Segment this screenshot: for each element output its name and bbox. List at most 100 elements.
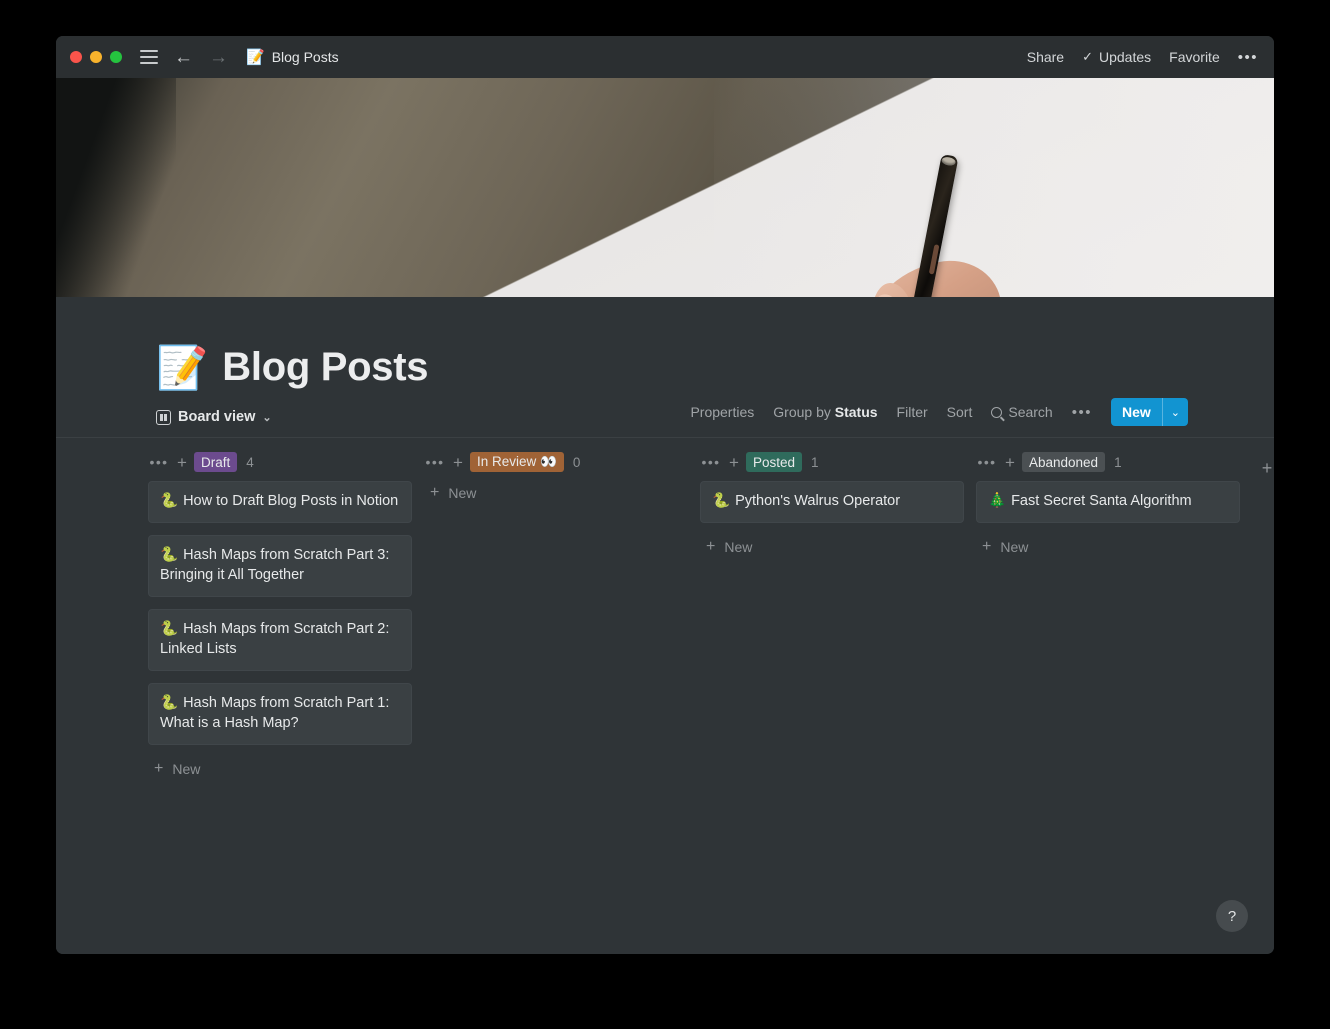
column-add-card-icon[interactable]: + (722, 454, 746, 471)
board-view-icon (156, 409, 171, 425)
card-emoji-icon: 🎄 (988, 493, 1007, 509)
column-add-card-icon[interactable]: + (446, 454, 470, 471)
column-header: ••• + Posted 1 (694, 447, 970, 477)
card[interactable]: 🐍 Hash Maps from Scratch Part 3: Bringing… (148, 534, 412, 597)
breadcrumb[interactable]: 📝 Blog Posts (246, 48, 339, 66)
card-title: Hash Maps from Scratch Part 3: Bringing … (160, 546, 390, 584)
board: ••• + Draft 4 🐍 How to Draft Blog Posts i… (56, 447, 1274, 777)
add-column-header: + (1246, 453, 1274, 483)
new-card-button[interactable]: + New (424, 481, 688, 502)
new-card-button[interactable]: + New (148, 757, 412, 778)
sidebar-toggle-icon[interactable] (140, 50, 158, 64)
board-divider (56, 437, 1274, 438)
group-by-value: Status (834, 404, 878, 420)
card[interactable]: 🎄 Fast Secret Santa Algorithm (976, 481, 1240, 523)
board-column-posted: ••• + Posted 1 🐍 Python's Walrus Operator… (694, 447, 970, 555)
updates-button[interactable]: ✓ Updates (1082, 49, 1151, 65)
group-by-prefix: Group by (773, 404, 835, 420)
search-label: Search (1008, 404, 1053, 420)
column-add-card-icon[interactable]: + (170, 454, 194, 471)
maximize-window-icon[interactable] (110, 51, 122, 63)
plus-icon: + (430, 484, 440, 501)
search-icon (991, 406, 1003, 418)
share-button[interactable]: Share (1027, 49, 1064, 65)
new-card-label: New (448, 485, 477, 501)
plus-icon: + (154, 760, 164, 778)
page-title-row: 📝 Blog Posts (56, 297, 1274, 390)
column-menu-icon[interactable]: ••• (700, 454, 722, 470)
column-cards: 🎄 Fast Secret Santa Algorithm + New (970, 477, 1246, 555)
updates-label: Updates (1099, 49, 1152, 65)
back-arrow-icon[interactable]: ← (174, 48, 193, 67)
column-menu-icon[interactable]: ••• (976, 454, 998, 470)
new-page-button[interactable]: New ⌄ (1110, 398, 1188, 426)
card-title: Python's Walrus Operator (735, 493, 901, 509)
tab-board-view[interactable]: Board view ⌄ (156, 409, 272, 425)
page-body: 📝 Blog Posts Board view ⌄ Properties Gro… (56, 297, 1274, 954)
card-title: Hash Maps from Scratch Part 2: Linked Li… (160, 620, 390, 658)
breadcrumb-emoji-icon: 📝 (246, 49, 265, 66)
column-menu-icon[interactable]: ••• (424, 454, 446, 470)
plus-icon[interactable]: + (1252, 458, 1274, 479)
favorite-button[interactable]: Favorite (1169, 49, 1220, 65)
window-controls (70, 51, 122, 63)
add-column-button[interactable]: + (1246, 447, 1274, 483)
cover-pen-tip (940, 156, 957, 167)
board-column-draft: ••• + Draft 4 🐍 How to Draft Blog Posts i… (142, 447, 418, 777)
toolbar-more-icon[interactable]: ••• (1072, 404, 1092, 421)
column-header: ••• + Draft 4 (142, 447, 418, 477)
page-emoji-icon[interactable]: 📝 (156, 346, 208, 389)
board-column-in-review: ••• + In Review 👀 0 + New (418, 447, 694, 501)
cover-paper-highlight (713, 78, 1274, 297)
filter-button[interactable]: Filter (897, 404, 928, 420)
minimize-window-icon[interactable] (90, 51, 102, 63)
card-emoji-icon: 🐍 (712, 493, 731, 509)
card[interactable]: 🐍 How to Draft Blog Posts in Notion (148, 481, 412, 523)
plus-icon: + (982, 537, 992, 555)
new-card-button[interactable]: + New (700, 535, 964, 555)
column-menu-icon[interactable]: ••• (148, 454, 170, 470)
board-view-label: Board view (178, 409, 256, 425)
app-window: ← → 📝 Blog Posts Share ✓ Updates Favorit… (56, 36, 1274, 954)
board-column-abandoned: ••• + Abandoned 1 🎄 Fast Secret Santa Alg… (970, 447, 1246, 555)
column-count: 4 (246, 454, 254, 470)
column-count: 1 (1114, 454, 1122, 470)
titlebar-actions: Share ✓ Updates Favorite ••• (1027, 49, 1258, 66)
group-by-button[interactable]: Group by Status (773, 404, 877, 420)
titlebar-more-icon[interactable]: ••• (1238, 49, 1258, 66)
status-badge: Draft (194, 452, 238, 472)
status-badge: Abandoned (1022, 452, 1106, 472)
card[interactable]: 🐍 Hash Maps from Scratch Part 2: Linked L… (148, 608, 412, 671)
new-card-label: New (724, 538, 753, 555)
database-toolbar: Properties Group by Status Filter Sort S… (690, 398, 1188, 426)
new-page-chevron-icon[interactable]: ⌄ (1163, 398, 1188, 426)
properties-button[interactable]: Properties (690, 404, 754, 420)
page-title[interactable]: Blog Posts (222, 345, 428, 390)
help-button[interactable]: ? (1216, 900, 1248, 932)
column-cards: 🐍 How to Draft Blog Posts in Notion 🐍 Hash… (142, 477, 418, 777)
chevron-down-icon: ⌄ (262, 411, 272, 424)
title-bar: ← → 📝 Blog Posts Share ✓ Updates Favorit… (56, 36, 1274, 78)
card-title: How to Draft Blog Posts in Notion (183, 493, 399, 509)
forward-arrow-icon[interactable]: → (209, 48, 228, 67)
check-icon: ✓ (1082, 49, 1093, 64)
board-container: ••• + Draft 4 🐍 How to Draft Blog Posts i… (56, 437, 1274, 777)
card-title: Hash Maps from Scratch Part 1: What is a… (160, 694, 390, 732)
card[interactable]: 🐍 Python's Walrus Operator (700, 481, 964, 523)
column-header: ••• + Abandoned 1 (970, 447, 1246, 477)
column-add-card-icon[interactable]: + (998, 454, 1022, 471)
sort-button[interactable]: Sort (947, 404, 973, 420)
new-card-button[interactable]: + New (976, 535, 1240, 555)
card-emoji-icon: 🐍 (160, 493, 179, 509)
card-emoji-icon: 🐍 (160, 694, 179, 711)
close-window-icon[interactable] (70, 51, 82, 63)
card-title: Fast Secret Santa Algorithm (1011, 493, 1192, 509)
column-count: 1 (811, 454, 819, 470)
view-bar: Board view ⌄ Properties Group by Status … (56, 390, 1274, 426)
card[interactable]: 🐍 Hash Maps from Scratch Part 1: What is … (148, 682, 412, 746)
column-cards: 🐍 Python's Walrus Operator + New (694, 477, 970, 555)
status-badge: Posted (746, 452, 803, 472)
search-button[interactable]: Search (991, 404, 1053, 420)
status-badge: In Review 👀 (470, 452, 564, 472)
breadcrumb-label: Blog Posts (271, 49, 339, 65)
